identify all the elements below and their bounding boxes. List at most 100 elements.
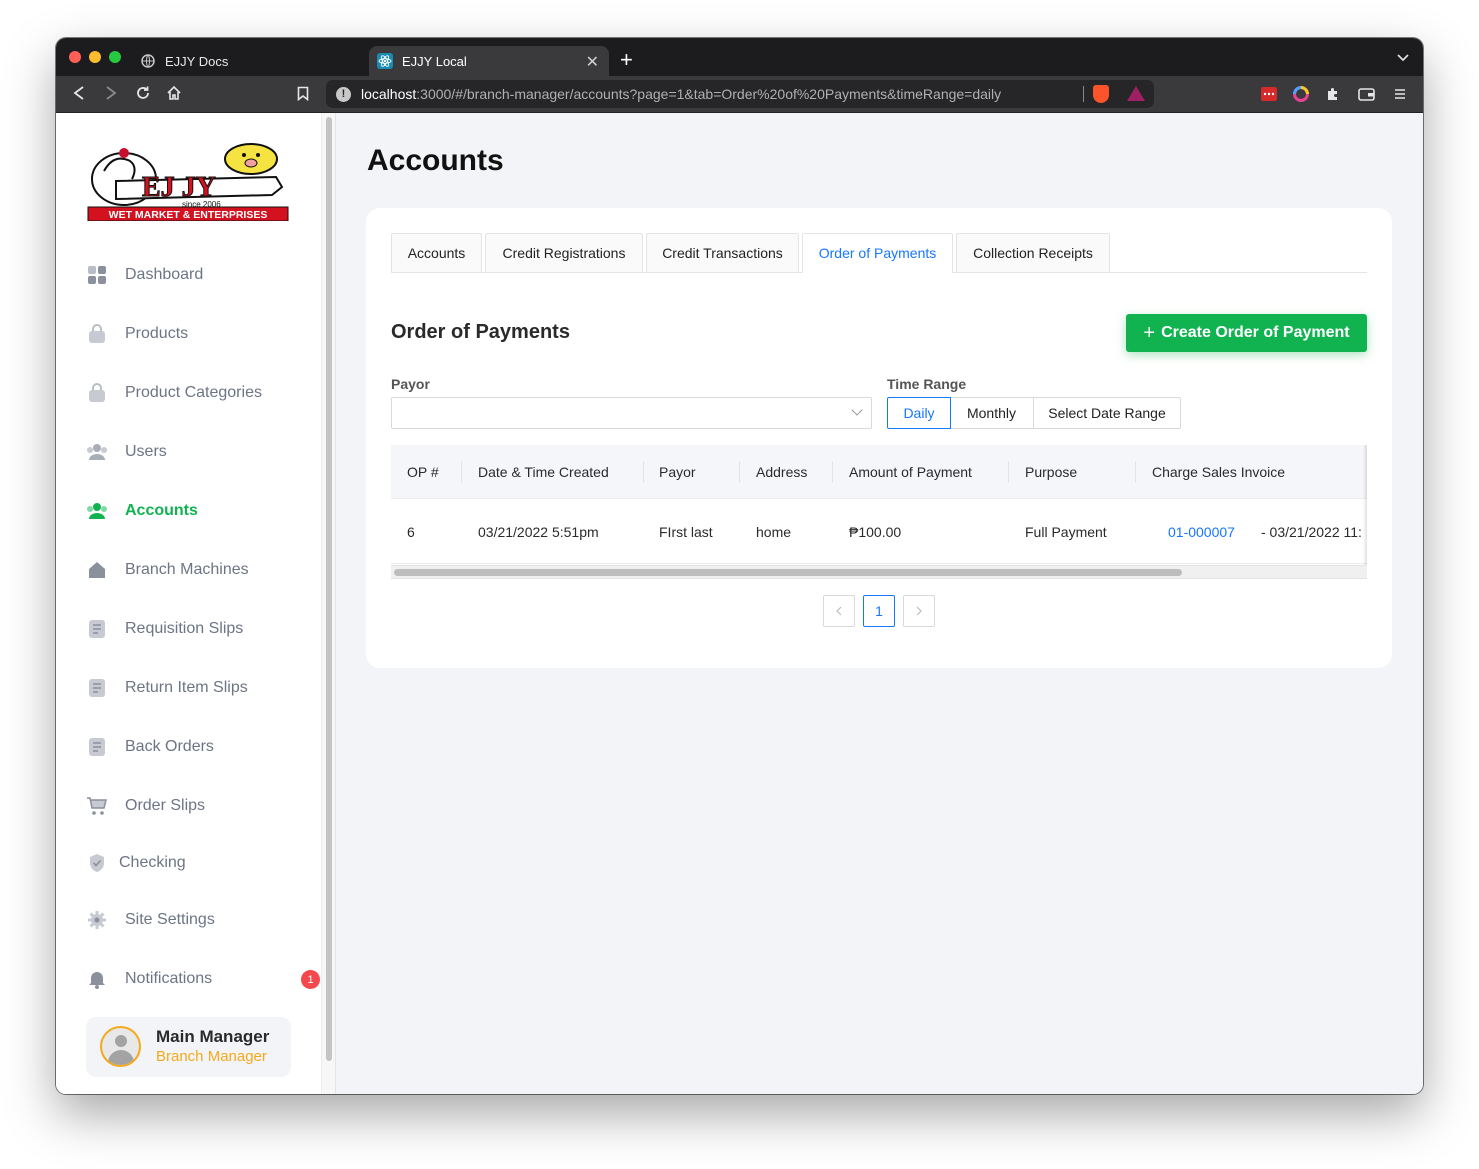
payor-select[interactable] [391, 397, 872, 429]
sidebar-item-label: Order Slips [125, 797, 206, 814]
notification-badge: 1 [301, 970, 320, 989]
tab-credit-registrations[interactable]: Credit Registrations [485, 233, 643, 273]
table-row: 6 03/21/2022 5:51pm FIrst last home ₱100… [391, 499, 1367, 564]
puzzle-icon[interactable] [1324, 85, 1342, 103]
browser-tab-ejjy-local[interactable]: EJJY Local ✕ [369, 46, 609, 76]
pagination-page-1[interactable]: 1 [863, 595, 895, 627]
tab-order-of-payments[interactable]: Order of Payments [802, 233, 953, 273]
sidebar-item-label: Dashboard [125, 266, 204, 283]
forward-icon[interactable] [100, 82, 122, 104]
sidebar-item-label: Back Orders [125, 738, 214, 755]
time-range-monthly[interactable]: Monthly [950, 397, 1034, 429]
sidebar-item-requisition-slips[interactable]: Requisition Slips [86, 614, 306, 644]
sidebar-item-return-item-slips[interactable]: Return Item Slips [86, 673, 306, 703]
close-window-button[interactable] [69, 51, 81, 63]
page-viewport: EJ JY since 2006 WET MARKET & ENTERPRISE… [56, 113, 1423, 1094]
sidebar-item-label: Accounts [125, 502, 198, 519]
pagination-prev[interactable] [823, 595, 855, 627]
sidebar-item-dashboard[interactable]: Dashboard [86, 260, 306, 290]
cell-op: 6 [407, 523, 415, 540]
sidebar-item-label: Users [125, 443, 167, 460]
accounts-tabs: Accounts Credit Registrations Credit Tra… [391, 233, 1367, 273]
color-picker-extension-icon[interactable] [1292, 85, 1310, 103]
cell-purpose: Full Payment [1025, 523, 1107, 540]
bag-icon [86, 382, 108, 404]
home-icon [86, 559, 108, 581]
invoice-link[interactable]: 01-000007 [1168, 499, 1235, 564]
user-profile-card[interactable]: Main Manager Branch Manager [86, 1017, 291, 1077]
tab-credit-transactions[interactable]: Credit Transactions [646, 233, 799, 273]
column-header-date: Date & Time Created [478, 464, 609, 480]
column-header-op: OP # [407, 464, 439, 480]
column-header-purpose: Purpose [1025, 464, 1078, 480]
sidebar-item-checking[interactable]: Checking [86, 848, 306, 878]
sidebar-item-products[interactable]: Products [86, 319, 306, 349]
bell-icon [86, 968, 108, 990]
users-icon [86, 441, 108, 463]
tab-collection-receipts[interactable]: Collection Receipts [956, 233, 1110, 273]
order-of-payments-table: OP # Date & Time Created Payor Address A… [391, 445, 1367, 580]
column-header-payor: Payor [659, 464, 696, 480]
sidebar-item-site-settings[interactable]: Site Settings [86, 905, 306, 935]
wallet-icon[interactable] [1357, 85, 1375, 103]
logo-tagline-text: WET MARKET & ENTERPRISES [109, 209, 268, 221]
bookmark-icon[interactable] [292, 82, 314, 104]
browser-tab-ejjy-docs[interactable]: EJJY Docs [134, 46, 364, 76]
reload-icon[interactable] [132, 82, 154, 104]
site-info-icon[interactable]: ! [336, 86, 351, 102]
users-icon [86, 500, 108, 522]
address-bar[interactable]: ! localhost:3000/#/branch-manager/accoun… [326, 80, 1154, 108]
menu-icon[interactable] [1391, 85, 1409, 103]
create-order-of-payment-button[interactable]: + Create Order of Payment [1126, 314, 1367, 352]
sidebar-item-users[interactable]: Users [86, 437, 306, 467]
chevron-down-icon[interactable] [1397, 49, 1409, 65]
sidebar: EJ JY since 2006 WET MARKET & ENTERPRISE… [56, 113, 321, 1094]
document-icon [86, 618, 108, 640]
sidebar-item-notifications[interactable]: Notifications 1 [86, 964, 320, 994]
close-tab-icon[interactable]: ✕ [586, 52, 599, 72]
sidebar-item-label: Branch Machines [125, 561, 249, 578]
cell-payor: FIrst last [659, 523, 713, 540]
avatar [100, 1026, 141, 1067]
pagination-next[interactable] [903, 595, 935, 627]
sidebar-item-order-slips[interactable]: Order Slips [86, 791, 306, 821]
browser-window: EJJY Docs EJJY Local ✕ + ! localhost:30… [56, 38, 1423, 1094]
sidebar-item-accounts[interactable]: Accounts [86, 496, 306, 526]
sidebar-item-label: Products [125, 325, 189, 342]
table-horizontal-scrollbar[interactable] [391, 565, 1367, 579]
brave-shields-icon[interactable] [1093, 85, 1109, 103]
table-scrollbar-thumb[interactable] [394, 569, 1182, 576]
plus-icon: + [1143, 321, 1156, 344]
sidebar-item-branch-machines[interactable]: Branch Machines [86, 555, 306, 585]
home-icon[interactable] [163, 82, 185, 104]
sidebar-item-product-categories[interactable]: Product Categories [86, 378, 306, 408]
time-range-select-date-range[interactable]: Select Date Range [1033, 397, 1181, 429]
sidebar-item-label: Product Categories [125, 384, 262, 401]
maximize-window-button[interactable] [109, 51, 121, 63]
column-header-amount: Amount of Payment [849, 464, 972, 480]
payor-label: Payor [391, 376, 430, 392]
new-tab-button[interactable]: + [620, 47, 633, 73]
url-path: :3000/#/branch-manager/accounts?page=1&t… [416, 86, 1002, 102]
react-icon [377, 53, 393, 69]
brave-rewards-icon[interactable] [1127, 86, 1145, 101]
sidebar-item-back-orders[interactable]: Back Orders [86, 732, 306, 762]
sidebar-item-label: Requisition Slips [125, 620, 244, 637]
back-icon[interactable] [68, 82, 90, 104]
sidebar-item-label: Return Item Slips [125, 679, 248, 696]
tab-accounts[interactable]: Accounts [391, 233, 482, 273]
time-range-daily[interactable]: Daily [887, 397, 951, 429]
chevron-down-icon [851, 404, 863, 416]
cell-invoice-date: - 03/21/2022 11: [1261, 523, 1362, 540]
minimize-window-button[interactable] [89, 51, 101, 63]
browser-tab-title: EJJY Docs [165, 53, 229, 69]
document-icon [86, 736, 108, 758]
user-name: Main Manager [156, 1027, 270, 1046]
sidebar-scrollbar-thumb[interactable] [326, 117, 332, 1061]
url-host: localhost [361, 86, 417, 102]
gear-icon [86, 909, 108, 931]
sidebar-item-label: Site Settings [125, 911, 215, 928]
extension-red-icon[interactable] [1260, 85, 1278, 103]
ejjy-logo[interactable]: EJ JY since 2006 WET MARKET & ENTERPRISE… [86, 141, 292, 222]
sidebar-scrollbar[interactable] [321, 113, 336, 1094]
